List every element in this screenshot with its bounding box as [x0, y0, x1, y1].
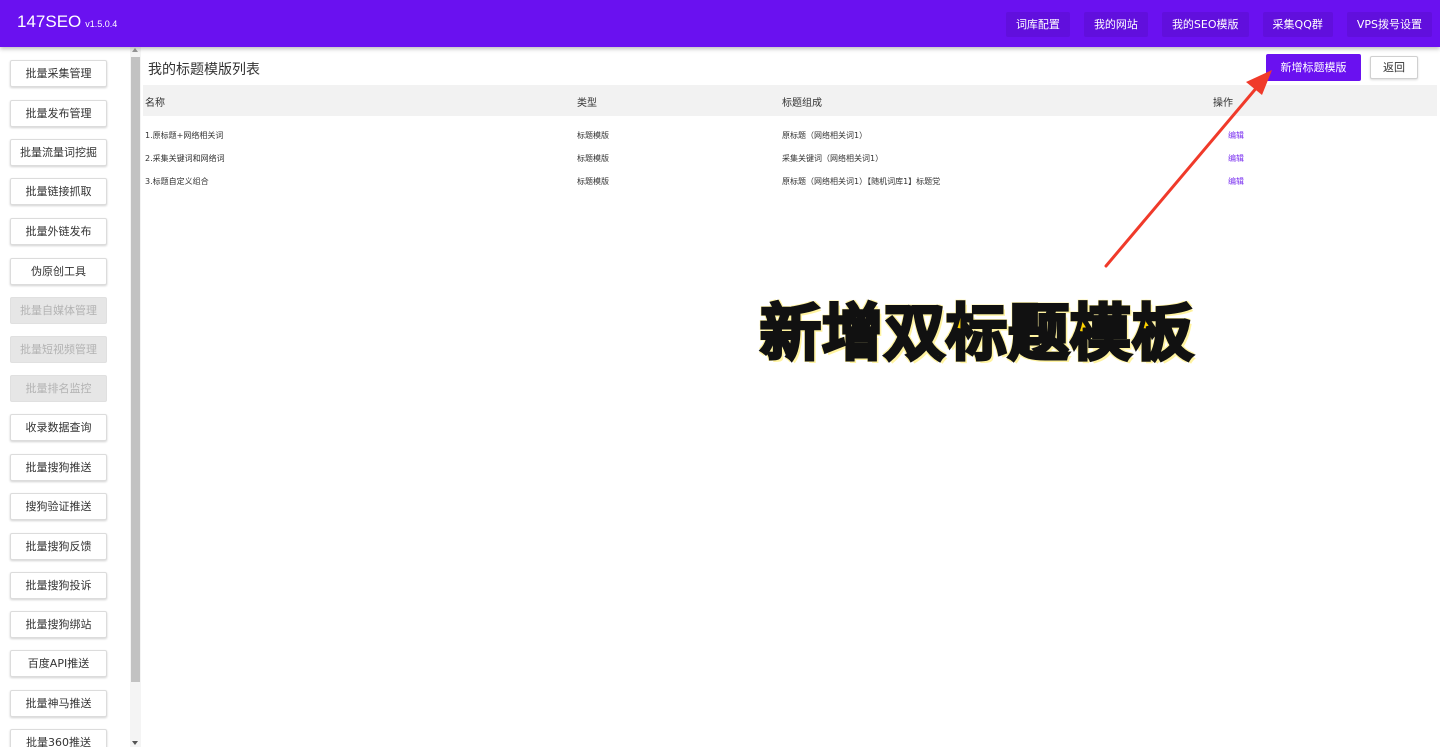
column-header-action: 操作	[1213, 98, 1233, 109]
sidebar-item-index-query[interactable]: 收录数据查询	[10, 414, 107, 441]
top-nav: 词库配置 我的网站 我的SEO模版 采集QQ群 VPS拨号设置	[1005, 12, 1432, 37]
cell-composition: 原标题（网络相关词1）【随机词库1】标题党	[782, 177, 941, 186]
cell-name: 2.采集关键词和网络词	[145, 154, 225, 163]
add-title-template-button[interactable]: 新增标题模版	[1266, 54, 1361, 81]
edit-link[interactable]: 编辑	[1228, 153, 1244, 164]
cell-composition: 原标题（网络相关词1）	[782, 131, 868, 140]
edit-link[interactable]: 编辑	[1228, 176, 1244, 187]
cell-name: 1.原标题+网络相关词	[145, 131, 224, 140]
page-title: 我的标题模版列表	[148, 62, 260, 78]
sidebar-item-sogou-verify-push[interactable]: 搜狗验证推送	[10, 493, 107, 520]
sidebar-item-pseudo-original[interactable]: 伪原创工具	[10, 258, 107, 285]
sidebar-item-traffic-words[interactable]: 批量流量词挖掘	[10, 139, 107, 166]
sidebar-item-rank-monitor: 批量排名监控	[10, 375, 107, 402]
sidebar-item-external-links[interactable]: 批量外链发布	[10, 218, 107, 245]
nav-my-seo-templates[interactable]: 我的SEO模版	[1161, 12, 1249, 37]
nav-collect-qq-groups[interactable]: 采集QQ群	[1262, 12, 1333, 37]
table-row: 1.原标题+网络相关词 标题模版 原标题（网络相关词1） 编辑	[143, 125, 1437, 148]
cell-composition: 采集关键词（网络相关词1）	[782, 154, 884, 163]
scroll-up-icon[interactable]	[132, 48, 138, 52]
scroll-thumb[interactable]	[131, 57, 140, 682]
cell-name: 3.标题自定义组合	[145, 177, 209, 186]
top-navbar: 147SEO v1.5.0.4 词库配置 我的网站 我的SEO模版 采集QQ群 V…	[0, 0, 1440, 47]
nav-thesaurus-config[interactable]: 词库配置	[1005, 12, 1070, 37]
app-title: 147SEO	[17, 12, 82, 31]
nav-my-sites[interactable]: 我的网站	[1083, 12, 1148, 37]
sidebar-item-sogou-complaint[interactable]: 批量搜狗投诉	[10, 572, 107, 599]
sidebar: 批量采集管理 批量发布管理 批量流量词挖掘 批量链接抓取 批量外链发布 伪原创工…	[0, 47, 143, 747]
sidebar-item-self-media: 批量自媒体管理	[10, 297, 107, 324]
sidebar-scrollbar[interactable]	[130, 47, 141, 747]
sidebar-item-baidu-api-push[interactable]: 百度API推送	[10, 650, 107, 677]
column-header-composition: 标题组成	[782, 98, 822, 109]
nav-vps-dial-settings[interactable]: VPS拨号设置	[1346, 12, 1432, 37]
sidebar-item-shenma-push[interactable]: 批量神马推送	[10, 690, 107, 717]
main-content: 我的标题模版列表 新增标题模版 返回 名称 类型 标题组成 操作 1.原标题+网…	[143, 47, 1440, 747]
sidebar-item-batch-publish[interactable]: 批量发布管理	[10, 100, 107, 127]
table-row: 2.采集关键词和网络词 标题模版 采集关键词（网络相关词1） 编辑	[143, 148, 1437, 171]
cell-type: 标题模版	[577, 154, 609, 163]
cell-type: 标题模版	[577, 131, 609, 140]
sidebar-item-link-crawl[interactable]: 批量链接抓取	[10, 178, 107, 205]
scroll-down-icon[interactable]	[132, 741, 138, 745]
cell-type: 标题模版	[577, 177, 609, 186]
app-version: v1.5.0.4	[85, 19, 118, 29]
annotation-callout-text: 新增双标题模板	[758, 297, 1195, 371]
sidebar-item-sogou-bind-site[interactable]: 批量搜狗绑站	[10, 611, 107, 638]
sidebar-item-sogou-feedback[interactable]: 批量搜狗反馈	[10, 533, 107, 560]
sidebar-item-short-video: 批量短视频管理	[10, 336, 107, 363]
table-header: 名称 类型 标题组成 操作	[143, 85, 1437, 116]
sidebar-item-batch-collect[interactable]: 批量采集管理	[10, 60, 107, 87]
table-row: 3.标题自定义组合 标题模版 原标题（网络相关词1）【随机词库1】标题党 编辑	[143, 171, 1437, 194]
app-logo: 147SEO v1.5.0.4	[17, 12, 117, 32]
column-header-type: 类型	[577, 98, 597, 109]
edit-link[interactable]: 编辑	[1228, 130, 1244, 141]
column-header-name: 名称	[145, 98, 165, 109]
sidebar-item-360-push[interactable]: 批量360推送	[10, 729, 107, 747]
back-button[interactable]: 返回	[1370, 56, 1418, 79]
sidebar-item-sogou-push[interactable]: 批量搜狗推送	[10, 454, 107, 481]
